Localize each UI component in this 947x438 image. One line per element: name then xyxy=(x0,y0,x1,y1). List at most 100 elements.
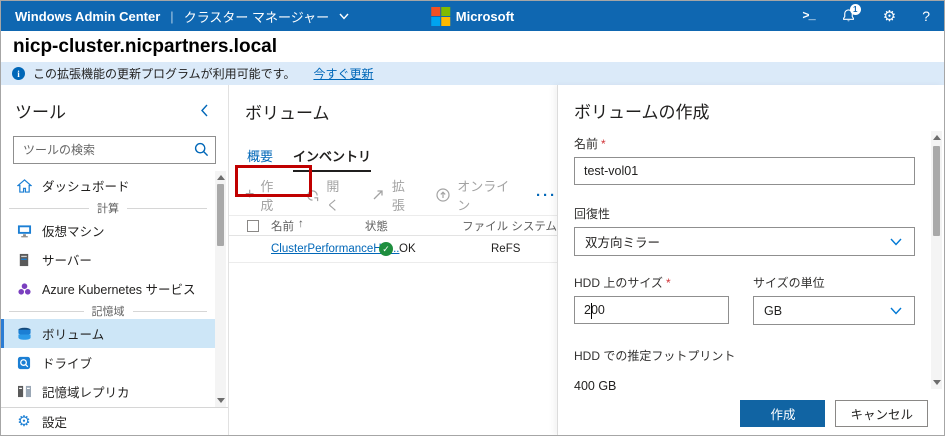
volumes-tabs: 概要 インベントリ xyxy=(247,146,557,172)
sidebar-item-storage-replica[interactable]: 記憶域レプリカ xyxy=(1,377,215,406)
solution-switcher[interactable]: クラスター マネージャー xyxy=(184,7,352,26)
section-label: 記憶域 xyxy=(91,306,125,318)
pane-scrollbar xyxy=(931,131,942,389)
content-area: ツール ダッシュボード 計算 xyxy=(1,85,944,435)
microsoft-brand: Microsoft xyxy=(430,6,515,26)
virtual-machine-icon xyxy=(16,223,32,239)
text-cursor xyxy=(591,303,592,319)
sidebar-scrollbar xyxy=(215,171,226,407)
create-button[interactable]: 作成 xyxy=(740,399,826,427)
volume-name-cell: ClusterPerformanceHis... xyxy=(271,243,399,255)
sidebar-item-settings[interactable]: ⚙ 設定 xyxy=(1,407,228,435)
volume-status-cell: ✓ OK xyxy=(379,242,491,256)
tools-sidebar: ツール ダッシュボード 計算 xyxy=(1,85,229,435)
sidebar-item-drives[interactable]: ドライブ xyxy=(1,348,215,377)
scrollbar-thumb[interactable] xyxy=(933,146,940,236)
search-icon[interactable] xyxy=(194,142,209,157)
more-actions-icon[interactable]: ··· xyxy=(536,187,557,204)
sidebar-item-label: ドライブ xyxy=(42,357,93,371)
topbar-left: Windows Admin Center | クラスター マネージャー xyxy=(15,7,352,26)
toolbar-button-label: オンライン xyxy=(457,179,510,213)
update-banner: i この拡張機能の更新プログラムが利用可能です。 今すぐ更新 xyxy=(1,62,944,85)
powershell-icon[interactable]: >_ xyxy=(802,9,815,23)
scrollbar-thumb[interactable] xyxy=(217,184,224,246)
notification-badge: 1 xyxy=(849,4,861,15)
sidebar-section-compute: 計算 xyxy=(1,200,215,216)
pane-footer: 作成 キャンセル xyxy=(558,391,944,435)
scroll-down-arrow[interactable] xyxy=(216,398,225,403)
size-label: HDD 上のサイズ * xyxy=(574,276,671,290)
sidebar-item-volumes[interactable]: ボリューム xyxy=(1,319,215,348)
sidebar-nav: ダッシュボード 計算 仮想マシン サーバー Azure Kubernetes サ… xyxy=(1,171,215,407)
column-header-filesystem[interactable]: ファイル システム xyxy=(462,218,557,234)
tool-search xyxy=(13,136,216,164)
toolbar-button-label: 開く xyxy=(326,179,340,213)
title-separator: | xyxy=(170,8,174,24)
sidebar-title: ツール xyxy=(15,103,66,122)
volume-name-input[interactable] xyxy=(574,157,915,185)
select-all-checkbox[interactable] xyxy=(247,219,259,232)
azure-kubernetes-icon xyxy=(16,281,32,297)
sidebar-item-virtual-machines[interactable]: 仮想マシン xyxy=(1,216,215,245)
resiliency-value: 双方向ミラー xyxy=(585,236,661,250)
expand-volume-button[interactable]: 拡張 xyxy=(370,176,413,214)
app-title-link[interactable]: Windows Admin Center xyxy=(15,9,160,24)
name-label: 名前 * xyxy=(574,137,606,151)
column-header-status[interactable]: 状態 xyxy=(365,218,462,234)
sidebar-item-label: 設定 xyxy=(42,416,68,430)
scroll-up-arrow[interactable] xyxy=(932,135,941,140)
sidebar-item-servers[interactable]: サーバー xyxy=(1,245,215,274)
size-value: 200 xyxy=(584,303,605,317)
status-text: OK xyxy=(399,243,416,255)
footprint-label: HDD での推定フットプリント xyxy=(574,349,736,363)
info-icon: i xyxy=(12,67,25,80)
create-volume-form: 名前* 回復性 双方向ミラー HDD 上のサイズ* xyxy=(574,133,915,395)
panel-title: ボリューム xyxy=(245,104,330,123)
sidebar-collapse-icon[interactable] xyxy=(200,104,214,118)
settings-gear-icon[interactable]: ⚙ xyxy=(883,9,896,24)
toolbar-button-label: 拡張 xyxy=(391,179,405,213)
online-circle-up-icon xyxy=(435,188,451,203)
notifications-bell-icon[interactable]: 1 xyxy=(841,4,861,24)
open-icon xyxy=(304,188,320,202)
scroll-up-arrow[interactable] xyxy=(216,175,225,180)
create-volume-button[interactable]: + 作成 xyxy=(245,176,282,214)
home-icon xyxy=(16,178,32,194)
volume-filesystem-cell: ReFS xyxy=(491,243,521,255)
cancel-button[interactable]: キャンセル xyxy=(835,399,928,427)
settings-gear-icon: ⚙ xyxy=(17,413,31,430)
storage-replica-icon xyxy=(16,384,32,400)
sidebar-item-dashboard[interactable]: ダッシュボード xyxy=(1,171,215,200)
resiliency-select[interactable]: 双方向ミラー xyxy=(574,227,915,256)
section-label: 計算 xyxy=(97,203,119,215)
size-input[interactable]: 200 xyxy=(574,296,729,324)
size-row: HDD 上のサイズ * 200 サイズの単位 GB xyxy=(574,272,915,325)
tab-inventory[interactable]: インベントリ xyxy=(293,146,372,172)
sidebar-item-aks[interactable]: Azure Kubernetes サービス xyxy=(1,274,215,303)
sidebar-item-label: 記憶域レプリカ xyxy=(42,386,130,400)
unit-select[interactable]: GB xyxy=(753,296,915,325)
required-asterisk: * xyxy=(665,276,671,290)
column-header-name[interactable]: 名前 ↑ xyxy=(271,218,365,234)
sidebar-item-label: 仮想マシン xyxy=(42,225,105,239)
top-app-bar: Windows Admin Center | クラスター マネージャー Micr… xyxy=(1,1,944,31)
sidebar-item-label: ボリューム xyxy=(42,328,105,342)
volumes-panel: ボリューム 概要 インベントリ + 作成 開く 拡張 オンライン ··· 名前 … xyxy=(229,85,557,435)
server-icon xyxy=(16,252,32,268)
brand-name: Microsoft xyxy=(455,8,515,24)
topbar-actions: >_ 1 ⚙ ? xyxy=(802,4,930,24)
scroll-down-arrow[interactable] xyxy=(932,380,941,385)
tool-search-input[interactable] xyxy=(13,136,216,164)
drives-icon xyxy=(16,355,32,371)
solution-name: クラスター マネージャー xyxy=(183,9,330,25)
help-icon[interactable]: ? xyxy=(922,8,930,24)
tab-overview[interactable]: 概要 xyxy=(247,146,273,172)
update-now-link[interactable]: 今すぐ更新 xyxy=(313,65,373,82)
plus-icon: + xyxy=(245,186,255,203)
online-volume-button[interactable]: オンライン xyxy=(435,176,514,214)
volume-table-row[interactable]: ClusterPerformanceHis... ✓ OK ReFS xyxy=(229,236,557,263)
chevron-down-icon xyxy=(888,307,904,315)
windows-admin-center-window: Windows Admin Center | クラスター マネージャー Micr… xyxy=(0,0,945,436)
open-volume-button[interactable]: 開く xyxy=(304,176,347,214)
volumes-disks-icon xyxy=(16,326,32,342)
